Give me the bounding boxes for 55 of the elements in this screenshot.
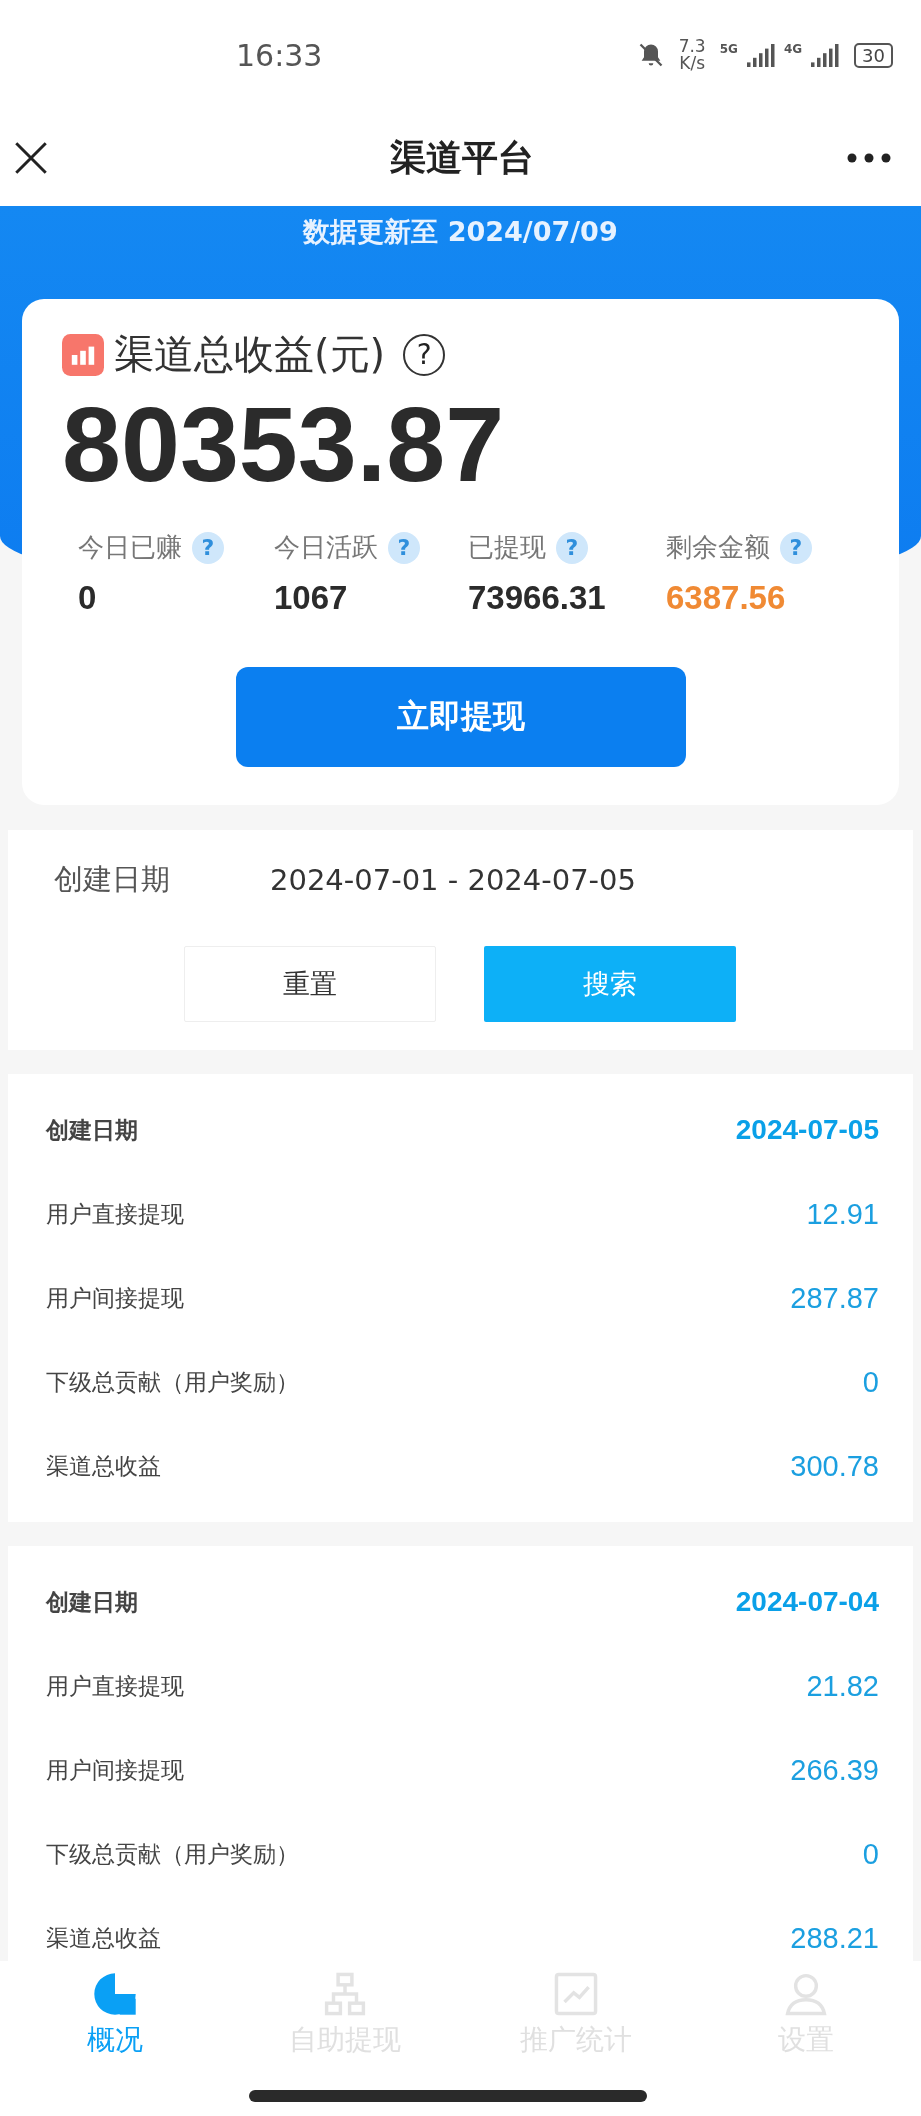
- stat-value: 1067: [274, 579, 349, 617]
- record-value: 21.82: [806, 1669, 879, 1703]
- more-icon[interactable]: [847, 153, 891, 163]
- stat-value: 73966.31: [468, 579, 607, 617]
- record-value: 287.87: [790, 1281, 879, 1315]
- reset-button[interactable]: 重置: [184, 946, 436, 1022]
- close-icon[interactable]: [14, 141, 48, 175]
- trend-chart-icon: [552, 1971, 599, 2017]
- stat-label: 今日已赚: [78, 531, 182, 564]
- record-date: 2024-07-05: [735, 1114, 879, 1146]
- bar-chart-icon: [62, 333, 104, 376]
- network-speed: 7.3 K/s: [678, 38, 706, 72]
- record-value: 12.91: [806, 1197, 879, 1231]
- help-button[interactable]: ?: [403, 333, 446, 376]
- stat-value: 0: [78, 579, 98, 617]
- record-label: 创建日期: [46, 1587, 138, 1617]
- help-button[interactable]: ?: [388, 531, 420, 564]
- help-button[interactable]: ?: [192, 531, 224, 564]
- help-button[interactable]: ?: [556, 531, 588, 564]
- record-label: 下级总贡献（用户奖励）: [46, 1367, 299, 1397]
- network-label: 4G: [783, 42, 803, 56]
- status-time: 16:33: [236, 37, 323, 73]
- battery-indicator: 30: [854, 42, 893, 68]
- record-label: 用户直接提现: [46, 1199, 184, 1229]
- overview-icon: [92, 1971, 139, 2017]
- record-label: 下级总贡献（用户奖励）: [46, 1839, 299, 1869]
- network-label: 5G: [719, 42, 738, 56]
- record-value: 0: [862, 1837, 879, 1871]
- page-title: 渠道平台: [389, 135, 534, 180]
- update-date: 数据更新至 2024/07/09: [303, 215, 618, 249]
- record-label: 用户间接提现: [46, 1283, 184, 1313]
- signal-icon: [810, 43, 841, 67]
- withdraw-button[interactable]: 立即提现: [235, 667, 686, 767]
- record-label: 渠道总收益: [46, 1923, 161, 1953]
- total-amount: 80353.87: [62, 384, 506, 504]
- record-label: 渠道总收益: [46, 1451, 161, 1481]
- stat-value: 6387.56: [666, 579, 787, 617]
- summary-title: 渠道总收益(元): [114, 330, 386, 379]
- filter-label: 创建日期: [54, 861, 170, 898]
- stat-label: 今日活跃: [274, 531, 378, 564]
- record-value: 0: [862, 1365, 879, 1399]
- stat-label: 已提现: [468, 531, 546, 564]
- record-label: 创建日期: [46, 1115, 138, 1145]
- record-value: 300.78: [790, 1449, 879, 1483]
- signal-icon: [745, 43, 776, 67]
- record-label: 用户间接提现: [46, 1755, 184, 1785]
- help-button[interactable]: ?: [780, 531, 812, 564]
- record-date: 2024-07-04: [735, 1586, 879, 1618]
- record-label: 用户直接提现: [46, 1671, 184, 1701]
- search-button[interactable]: 搜索: [484, 946, 736, 1022]
- date-range-field[interactable]: 2024-07-01 - 2024-07-05: [270, 863, 636, 897]
- tab-item[interactable]: 概况: [0, 1971, 231, 2059]
- record-value: 288.21: [790, 1921, 879, 1955]
- record-value: 266.39: [790, 1753, 879, 1787]
- stat-label: 剩余金额: [666, 531, 770, 564]
